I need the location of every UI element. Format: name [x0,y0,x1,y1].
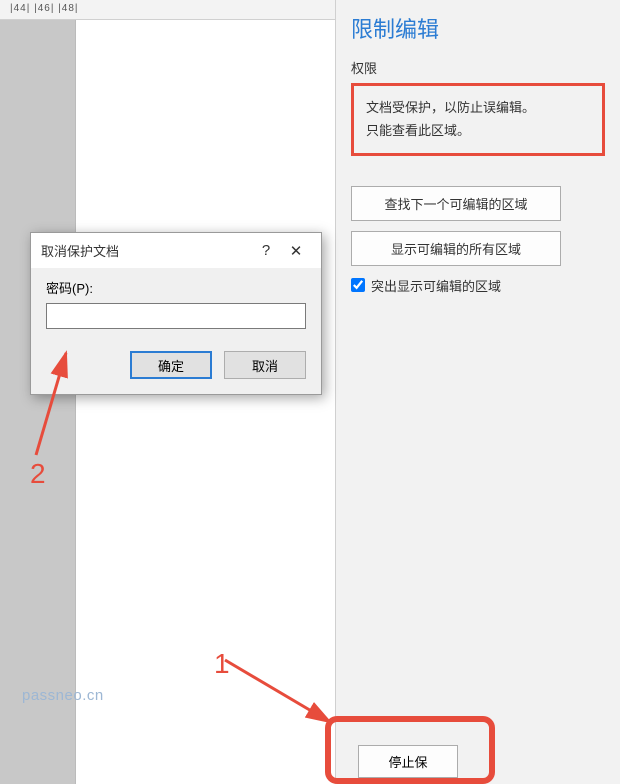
checkbox-label: 突出显示可编辑的区域 [371,276,501,295]
show-all-editable-button[interactable]: 显示可编辑的所有区域 [351,231,561,266]
dialog-titlebar: 取消保护文档 ? ✕ [31,233,321,268]
panel-title: 限制编辑 [351,12,605,44]
document-page [75,20,335,784]
protection-info-box: 文档受保护，以防止误编辑。 只能查看此区域。 [351,83,605,156]
document-background [0,20,335,784]
highlight-editable-checkbox[interactable] [351,278,365,292]
password-label: 密码(P): [46,278,306,297]
stop-protection-button[interactable]: 停止保 [358,745,458,778]
info-line: 只能查看此区域。 [366,119,590,142]
unprotect-document-dialog: 取消保护文档 ? ✕ 密码(P): 确定 取消 [30,232,322,395]
ruler: |44| |46| |48| [0,0,335,20]
restrict-editing-panel: 限制编辑 权限 文档受保护，以防止误编辑。 只能查看此区域。 查找下一个可编辑的… [335,0,620,784]
watermark: passneo.cn [22,687,104,704]
find-next-editable-button[interactable]: 查找下一个可编辑的区域 [351,186,561,221]
highlight-editable-checkbox-row[interactable]: 突出显示可编辑的区域 [351,276,605,295]
annotation-number-2: 2 [30,458,46,490]
dialog-actions: 确定 取消 [46,351,306,379]
dialog-body: 密码(P): 确定 取消 [31,268,321,394]
close-icon[interactable]: ✕ [281,242,311,260]
help-icon[interactable]: ? [251,242,281,259]
info-line: 文档受保护，以防止误编辑。 [366,96,590,119]
permissions-label: 权限 [351,58,605,77]
annotation-number-1: 1 [214,648,230,680]
ok-button[interactable]: 确定 [130,351,212,379]
dialog-title-text: 取消保护文档 [41,241,251,260]
password-input[interactable] [46,303,306,329]
cancel-button[interactable]: 取消 [224,351,306,379]
